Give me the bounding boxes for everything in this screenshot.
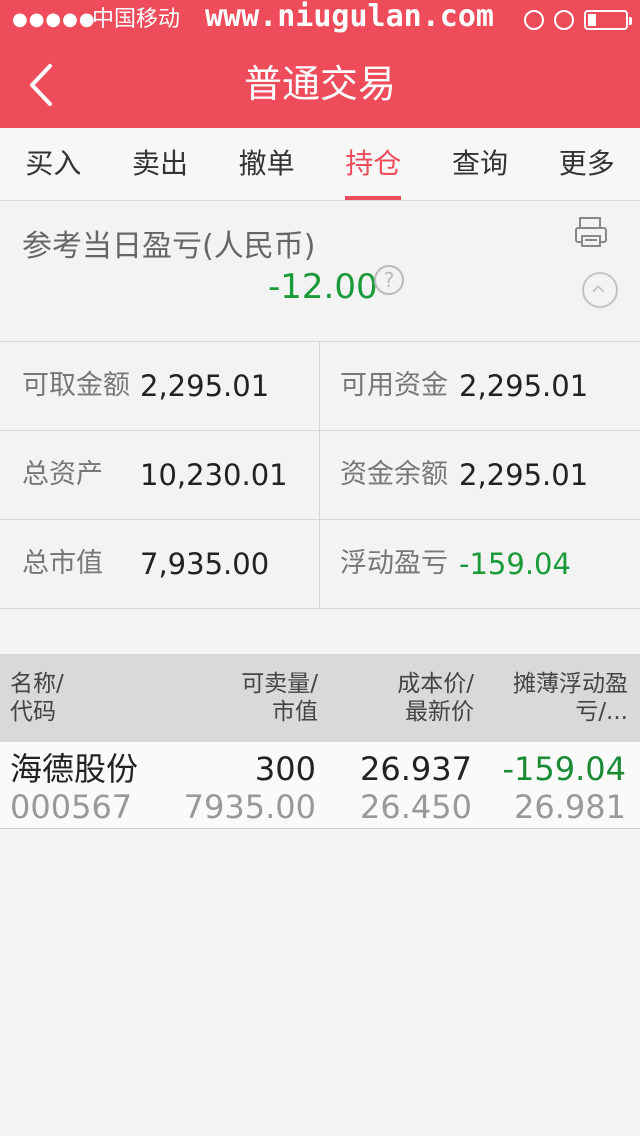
- alarm-icon: [554, 10, 574, 30]
- battery-icon: [584, 10, 632, 30]
- account-info-grid: 可取金额 2,295.01 可用资金 2,295.01 总资产 10,230.0…: [0, 342, 640, 609]
- column-header-line: 最新价: [405, 699, 474, 725]
- column-header-price[interactable]: 成本价/ 最新价: [397, 670, 474, 726]
- available-value: 2,295.01: [459, 369, 589, 403]
- column-header-line: 名称/: [10, 671, 64, 697]
- tab-buy[interactable]: 买入: [0, 128, 107, 200]
- balance-cell: 资金余额 2,295.01: [320, 431, 640, 519]
- tab-sell[interactable]: 卖出: [107, 128, 214, 200]
- floating-pl-value: -159.04: [459, 547, 571, 581]
- statement-icon[interactable]: [574, 216, 608, 248]
- tab-cancel-order[interactable]: 撤单: [213, 128, 320, 200]
- total-assets-cell: 总资产 10,230.01: [0, 431, 320, 519]
- stock-code: 000567: [10, 788, 133, 826]
- rotation-lock-icon: [524, 10, 544, 30]
- signal-strength: ●●●●●: [12, 9, 96, 30]
- column-header-line: 可卖量/: [241, 671, 318, 697]
- floating-pl-cell: 浮动盈亏 -159.04: [320, 520, 640, 608]
- market-value-value: 7,935.00: [140, 547, 270, 581]
- column-header-line: 市值: [272, 699, 318, 725]
- column-header-line: 代码: [10, 699, 56, 725]
- stock-name: 海德股份: [10, 750, 139, 788]
- cost-price: 26.937: [360, 750, 472, 788]
- watermark-text: www.niugulan.com: [205, 0, 494, 34]
- daily-pl-summary: 参考当日盈亏(人民币) -12.00 ?: [0, 201, 640, 342]
- daily-pl-label: 参考当日盈亏(人民币): [22, 229, 316, 264]
- column-header-line: 摊薄浮动盈: [513, 671, 628, 697]
- column-header-floating-pl[interactable]: 摊薄浮动盈 亏/...: [513, 670, 628, 726]
- diluted-cost: 26.981: [514, 788, 626, 826]
- market-value-label: 总市值: [22, 548, 103, 579]
- status-icons: [524, 0, 632, 40]
- sellable-quantity: 300: [254, 750, 316, 788]
- carrier-name: 中国移动: [92, 7, 181, 32]
- help-icon[interactable]: ?: [374, 265, 404, 295]
- column-header-line: 成本价/: [397, 671, 474, 697]
- position-floating-pl: -159.04: [502, 750, 626, 788]
- tab-query[interactable]: 查询: [427, 128, 534, 200]
- daily-pl-value: -12.00: [268, 267, 378, 307]
- grid-row: 总资产 10,230.01 资金余额 2,295.01: [0, 431, 640, 520]
- withdrawable-value: 2,295.01: [140, 369, 270, 403]
- available-cell: 可用资金 2,295.01: [320, 342, 640, 430]
- total-assets-label: 总资产: [22, 459, 103, 490]
- balance-value: 2,295.01: [459, 458, 589, 492]
- page-title: 普通交易: [243, 62, 396, 106]
- latest-price: 26.450: [360, 788, 472, 826]
- holdings-table-header: 名称/ 代码 可卖量/ 市值 成本价/ 最新价 摊薄浮动盈 亏/...: [0, 654, 640, 742]
- total-assets-value: 10,230.01: [140, 458, 288, 492]
- grid-row: 总市值 7,935.00 浮动盈亏 -159.04: [0, 520, 640, 608]
- column-header-name[interactable]: 名称/ 代码: [10, 670, 64, 726]
- floating-pl-label: 浮动盈亏: [340, 548, 448, 579]
- trade-tabs: 买入 卖出 撤单 持仓 查询 更多: [0, 128, 640, 201]
- balance-label: 资金余额: [340, 459, 448, 490]
- app-header: ●●●●● 中国移动 www.niugulan.com 普通交易: [0, 0, 640, 128]
- status-bar: ●●●●● 中国移动 www.niugulan.com: [0, 0, 640, 40]
- available-label: 可用资金: [340, 370, 448, 401]
- table-row[interactable]: 海德股份 000567 300 7935.00 26.937 26.450 -1…: [0, 742, 640, 829]
- position-market-value: 7935.00: [183, 788, 316, 826]
- tab-more[interactable]: 更多: [533, 128, 640, 200]
- collapse-icon[interactable]: [582, 272, 618, 308]
- column-header-line: 亏/...: [575, 699, 628, 725]
- grid-row: 可取金额 2,295.01 可用资金 2,295.01: [0, 342, 640, 431]
- tab-positions[interactable]: 持仓: [320, 128, 427, 200]
- column-header-quantity[interactable]: 可卖量/ 市值: [241, 670, 318, 726]
- market-value-cell: 总市值 7,935.00: [0, 520, 320, 608]
- withdrawable-cell: 可取金额 2,295.01: [0, 342, 320, 430]
- withdrawable-label: 可取金额: [22, 370, 130, 401]
